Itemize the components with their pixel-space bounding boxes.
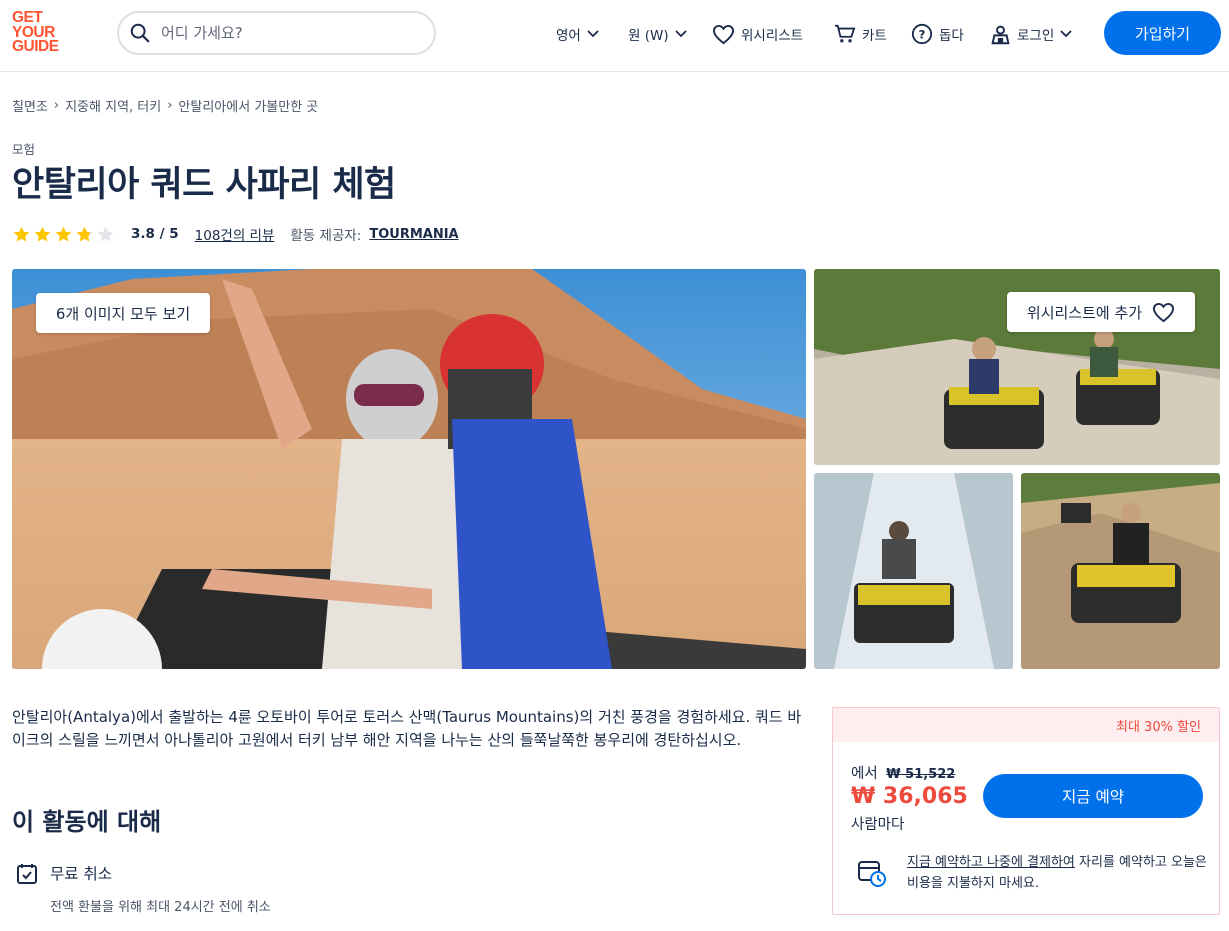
- star-full-icon: [34, 226, 51, 242]
- reviews-link[interactable]: 108건의 리뷰: [195, 224, 275, 244]
- help-icon: ?: [911, 23, 933, 45]
- breadcrumb-item[interactable]: 칠면조: [12, 96, 48, 115]
- gallery-photo-3[interactable]: [1021, 473, 1220, 669]
- search-input[interactable]: [161, 24, 411, 42]
- user-icon: [991, 25, 1010, 44]
- feature-title: 무료 취소: [50, 865, 112, 883]
- help-link[interactable]: ? 돕다: [911, 22, 964, 46]
- signup-button[interactable]: 가입하기: [1104, 11, 1221, 55]
- login-menu[interactable]: 로그인: [990, 22, 1072, 46]
- wishlist-link[interactable]: 위시리스트: [712, 22, 803, 46]
- breadcrumb: 칠면조 › 지중해 지역, 터키 › 안탈리아에서 가볼만한 곳: [12, 96, 318, 115]
- price-from: 에서 ₩ 51,522: [851, 766, 956, 782]
- heart-icon: [1153, 302, 1175, 322]
- see-all-images-button[interactable]: 6개 이미지 모두 보기: [36, 293, 210, 333]
- original-price: ₩ 51,522: [886, 767, 956, 782]
- calendar-clock-icon: [858, 861, 886, 887]
- star-empty-icon: [97, 226, 114, 242]
- breadcrumb-separator-icon: ›: [53, 98, 60, 113]
- add-to-wishlist-button[interactable]: 위시리스트에 추가: [1007, 292, 1195, 332]
- language-selector[interactable]: 영어: [556, 22, 599, 46]
- cart-link[interactable]: 카트: [834, 22, 887, 46]
- provider-link[interactable]: TOURMANIA: [369, 227, 458, 242]
- calendar-check-icon: [17, 864, 37, 884]
- provider-label: 활동 제공자:: [290, 228, 362, 244]
- getyourguide-logo[interactable]: GET YOUR GUIDE: [12, 10, 70, 57]
- feature-subtitle: 전액 환불을 위해 최대 24시간 전에 취소: [50, 900, 271, 915]
- reserve-now-pay-later-link[interactable]: 지금 예약하고 나중에 결제하여: [907, 855, 1075, 870]
- svg-text:?: ?: [919, 28, 926, 42]
- breadcrumb-item[interactable]: 안탈리아에서 가볼만한 곳: [178, 96, 318, 115]
- chevron-down-icon: [674, 30, 687, 38]
- page-title: 안탈리아 쿼드 사파리 체험: [12, 165, 396, 205]
- activity-description: 안탈리아(Antalya)에서 출발하는 4륜 오토바이 투어로 토러스 산맥(…: [12, 708, 802, 749]
- star-partial-icon: [76, 226, 93, 242]
- chevron-down-icon: [587, 30, 599, 38]
- chevron-down-icon: [1060, 30, 1072, 38]
- search-bar[interactable]: [117, 11, 436, 55]
- current-price: ₩ 36,065: [851, 784, 968, 809]
- rating-score: 3.8 / 5: [131, 226, 179, 242]
- top-header: GET YOUR GUIDE 영어 원 (W) 위시리스트 카트 ? 돕다 로그…: [0, 0, 1229, 72]
- about-heading: 이 활동에 대해: [12, 808, 162, 836]
- reserve-now-pay-later: 지금 예약하고 나중에 결제하여 자리를 예약하고 오늘은 비용을 지불하지 마…: [907, 855, 1207, 891]
- star-rating: [12, 225, 115, 244]
- discount-banner: 최대 30% 할인: [833, 708, 1219, 742]
- gallery-photo-2[interactable]: [814, 473, 1013, 669]
- currency-selector[interactable]: 원 (W): [628, 22, 687, 46]
- booking-card: 최대 30% 할인 에서 ₩ 51,522 ₩ 36,065 사람마다 지금 예…: [832, 707, 1220, 915]
- star-full-icon: [55, 226, 72, 242]
- star-full-icon: [13, 226, 30, 242]
- price-unit: 사람마다: [851, 817, 905, 833]
- breadcrumb-separator-icon: ›: [167, 98, 173, 113]
- book-now-button[interactable]: 지금 예약: [983, 774, 1203, 818]
- search-icon: [130, 23, 150, 43]
- rating-row: 3.8 / 5 108건의 리뷰 활동 제공자: TOURMANIA: [12, 223, 459, 245]
- cart-icon: [835, 24, 856, 43]
- breadcrumb-item[interactable]: 지중해 지역, 터키: [65, 96, 161, 115]
- heart-icon: [712, 24, 735, 44]
